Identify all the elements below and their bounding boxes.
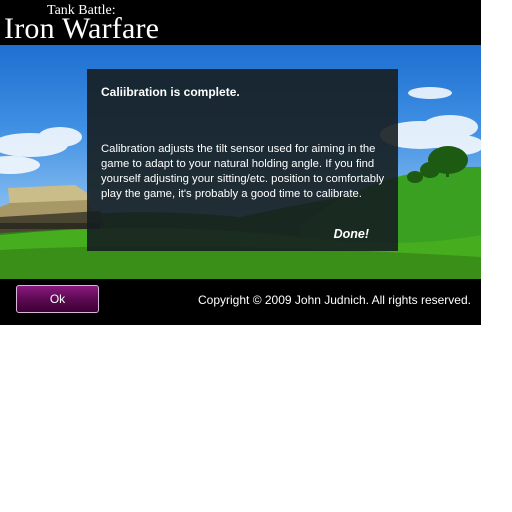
game-title: Iron Warfare xyxy=(4,12,160,45)
title-bar: Tank Battle: Iron Warfare xyxy=(0,0,481,45)
dialog-heading: Caliibration is complete. xyxy=(101,85,240,99)
app-window: Tank Battle: Iron Warfare Caliibration i… xyxy=(0,0,481,325)
done-button[interactable]: Done! xyxy=(334,227,369,241)
dialog-body-text: Calibration adjusts the tilt sensor used… xyxy=(101,143,385,200)
copyright-text: Copyright © 2009 John Judnich. All right… xyxy=(198,293,471,307)
bottom-bar: Ok Copyright © 2009 John Judnich. All ri… xyxy=(0,279,481,325)
ok-button[interactable]: Ok xyxy=(16,285,99,313)
calibration-dialog: Caliibration is complete. Calibration ad… xyxy=(87,69,398,251)
